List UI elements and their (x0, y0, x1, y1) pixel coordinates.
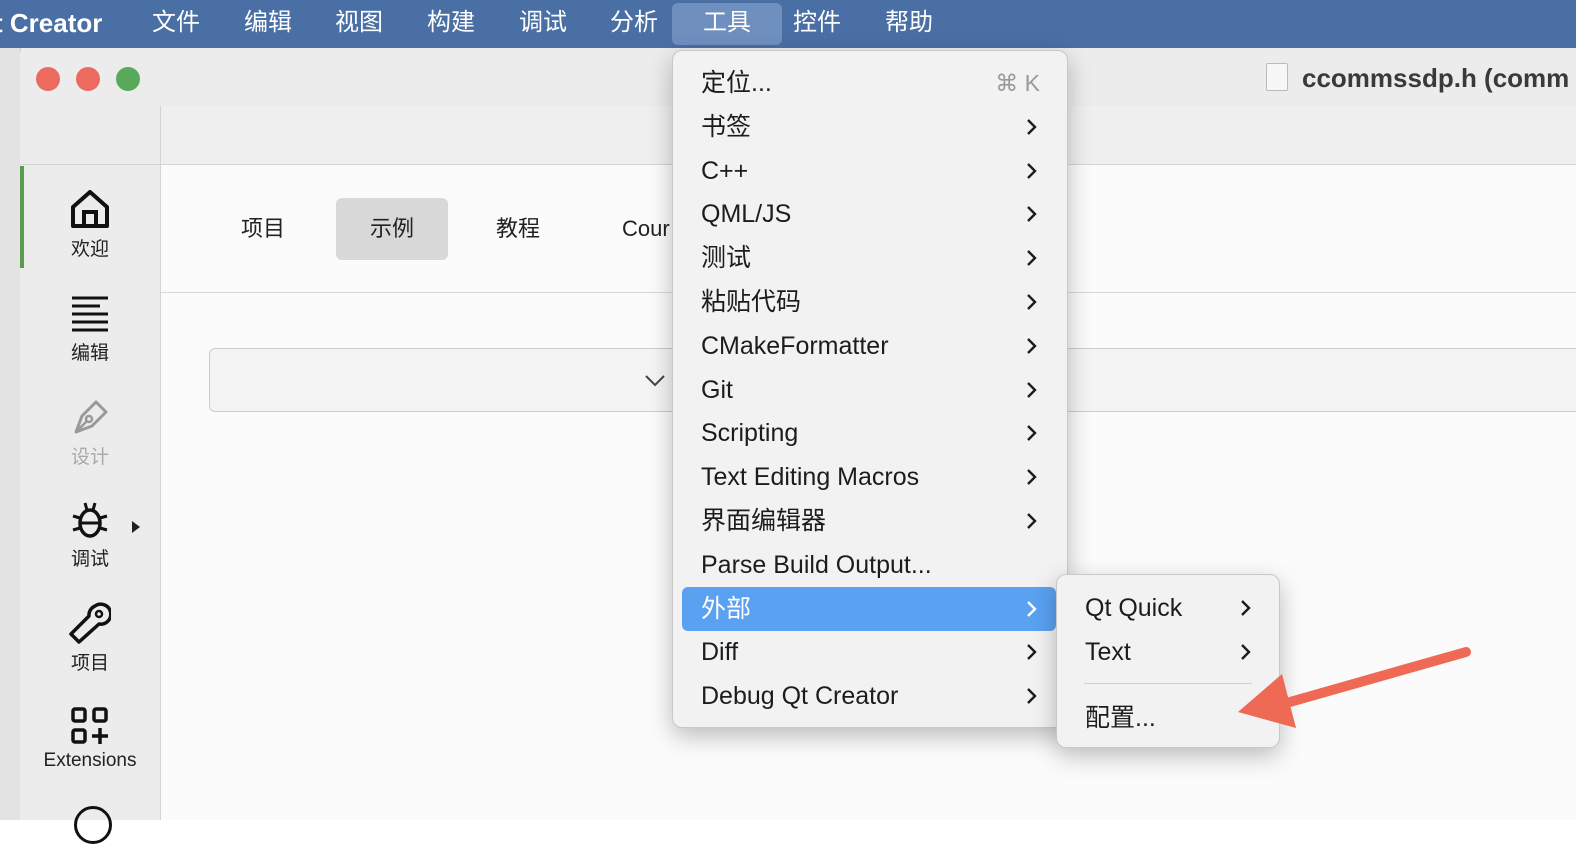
bug-icon (72, 502, 108, 538)
menu-build[interactable]: 构建 (415, 3, 487, 45)
menu-file[interactable]: 文件 (140, 3, 212, 45)
chevron-right-icon (1027, 337, 1037, 354)
menu-item-label: QML/JS (701, 200, 792, 229)
menu-item-label: 粘贴代码 (701, 288, 802, 316)
menu-tools[interactable]: 工具 (672, 3, 782, 45)
mode-debug-label: 调试 (70, 549, 109, 570)
menu-item-label: 定位... (701, 69, 772, 97)
document-icon (1266, 63, 1288, 91)
chevron-right-icon (1241, 600, 1251, 616)
menu-edit[interactable]: 编辑 (232, 3, 304, 45)
menu-item-label: 配置... (1085, 704, 1156, 732)
menu-item-label: Debug Qt Creator (701, 682, 899, 711)
system-menu-bar: t Creator 文件 编辑 视图 构建 调试 分析 工具 控件 帮助 (0, 0, 1576, 48)
mode-sidebar-header (20, 106, 160, 165)
tools-menu-item[interactable]: 书签 (682, 105, 1056, 149)
tools-menu-item[interactable]: Git (682, 368, 1056, 412)
chevron-right-icon (1027, 162, 1037, 179)
annotation-arrow-icon (1238, 647, 1471, 728)
help-icon[interactable] (74, 806, 112, 844)
chevron-right-icon (1027, 513, 1037, 529)
menu-debug[interactable]: 调试 (507, 3, 579, 45)
zoom-window-button[interactable] (116, 67, 140, 91)
minimize-window-button[interactable] (76, 67, 100, 91)
tools-menu-item[interactable]: 外部 (682, 586, 1056, 631)
window-title: ccommssdp.h (comm (1266, 60, 1569, 96)
chevron-right-icon (1027, 250, 1037, 267)
edit-lines-icon (72, 296, 108, 332)
mode-welcome[interactable]: 欢迎 (20, 188, 160, 261)
tab-examples[interactable]: 示例 (336, 198, 448, 260)
chevron-right-icon (1027, 600, 1037, 617)
home-icon (71, 190, 109, 228)
chevron-right-icon (1027, 381, 1037, 398)
chevron-right-icon (1027, 644, 1037, 661)
tools-menu-item[interactable]: CMakeFormatter (682, 324, 1056, 368)
menu-analyze[interactable]: 分析 (598, 3, 670, 45)
chevron-right-icon (1027, 206, 1037, 223)
window-edge (0, 48, 21, 820)
chevron-right-icon (1027, 425, 1037, 442)
tools-menu-item[interactable]: C++ (682, 149, 1056, 193)
menu-controls[interactable]: 控件 (781, 3, 853, 45)
external-submenu-item[interactable]: Qt Quick (1066, 586, 1270, 630)
menu-item-label: 测试 (701, 244, 752, 273)
tools-menu-item[interactable]: Parse Build Output... (682, 543, 1056, 587)
mode-extensions-label: Extensions (43, 750, 137, 771)
mode-edit[interactable]: 编辑 (20, 294, 160, 365)
mode-design[interactable]: 设计 (20, 398, 160, 469)
menu-item-shortcut: ⌘ K (995, 70, 1040, 96)
chevron-right-icon (1027, 118, 1037, 135)
menu-item-label: Git (701, 375, 733, 404)
menu-help[interactable]: 帮助 (873, 3, 945, 45)
menu-item-label: 外部 (701, 594, 752, 623)
menu-item-label: Scripting (701, 419, 799, 448)
expand-debug-arrow-icon[interactable] (131, 520, 141, 534)
tools-menu-item[interactable]: QML/JS (682, 192, 1056, 236)
chevron-right-icon (1027, 688, 1037, 705)
chevron-right-icon (1027, 294, 1037, 310)
tools-menu-item[interactable]: Debug Qt Creator (682, 674, 1056, 718)
mode-debug[interactable]: 调试 (20, 500, 160, 571)
close-window-button[interactable] (36, 67, 60, 91)
extensions-icon (71, 707, 108, 744)
window-title-text: ccommssdp.h (comm (1302, 63, 1570, 93)
tools-menu-item[interactable]: Text Editing Macros (682, 455, 1056, 499)
mode-design-label: 设计 (70, 447, 109, 468)
menu-item-label: CMakeFormatter (701, 331, 889, 360)
tools-menu-item[interactable]: 定位... ⌘ K (682, 61, 1056, 105)
menu-view[interactable]: 视图 (323, 3, 395, 45)
wrench-icon (69, 602, 111, 644)
menu-item-label: 书签 (701, 112, 752, 141)
menu-item-label: 界面编辑器 (701, 507, 827, 535)
mode-welcome-label: 欢迎 (70, 239, 109, 260)
mode-extensions[interactable]: Extensions (20, 706, 160, 772)
tools-menu-item[interactable]: 粘贴代码 (682, 280, 1056, 324)
pen-nib-icon (74, 400, 108, 434)
tab-tutorials[interactable]: 教程 (466, 198, 570, 260)
menu-item-label: Text (1085, 638, 1131, 666)
app-menu-name[interactable]: t Creator (0, 6, 102, 40)
mode-projects[interactable]: 项目 (20, 602, 160, 675)
mode-projects-label: 项目 (70, 653, 109, 674)
menu-item-label: C++ (701, 156, 749, 185)
tools-menu-item[interactable]: 界面编辑器 (682, 499, 1056, 543)
chevron-down-icon (645, 375, 665, 387)
menu-item-label: Qt Quick (1085, 594, 1183, 622)
tab-projects[interactable]: 项目 (213, 198, 313, 260)
tools-menu-item[interactable]: 测试 (682, 236, 1056, 280)
menu-item-label: Text Editing Macros (701, 463, 920, 492)
menu-item-label: Diff (701, 638, 739, 667)
chevron-right-icon (1027, 469, 1037, 486)
menu-item-label: Parse Build Output... (701, 550, 932, 579)
mode-edit-label: 编辑 (70, 343, 109, 364)
tools-menu-item[interactable]: Scripting (682, 411, 1056, 455)
tools-menu-item[interactable]: Diff (682, 630, 1056, 674)
